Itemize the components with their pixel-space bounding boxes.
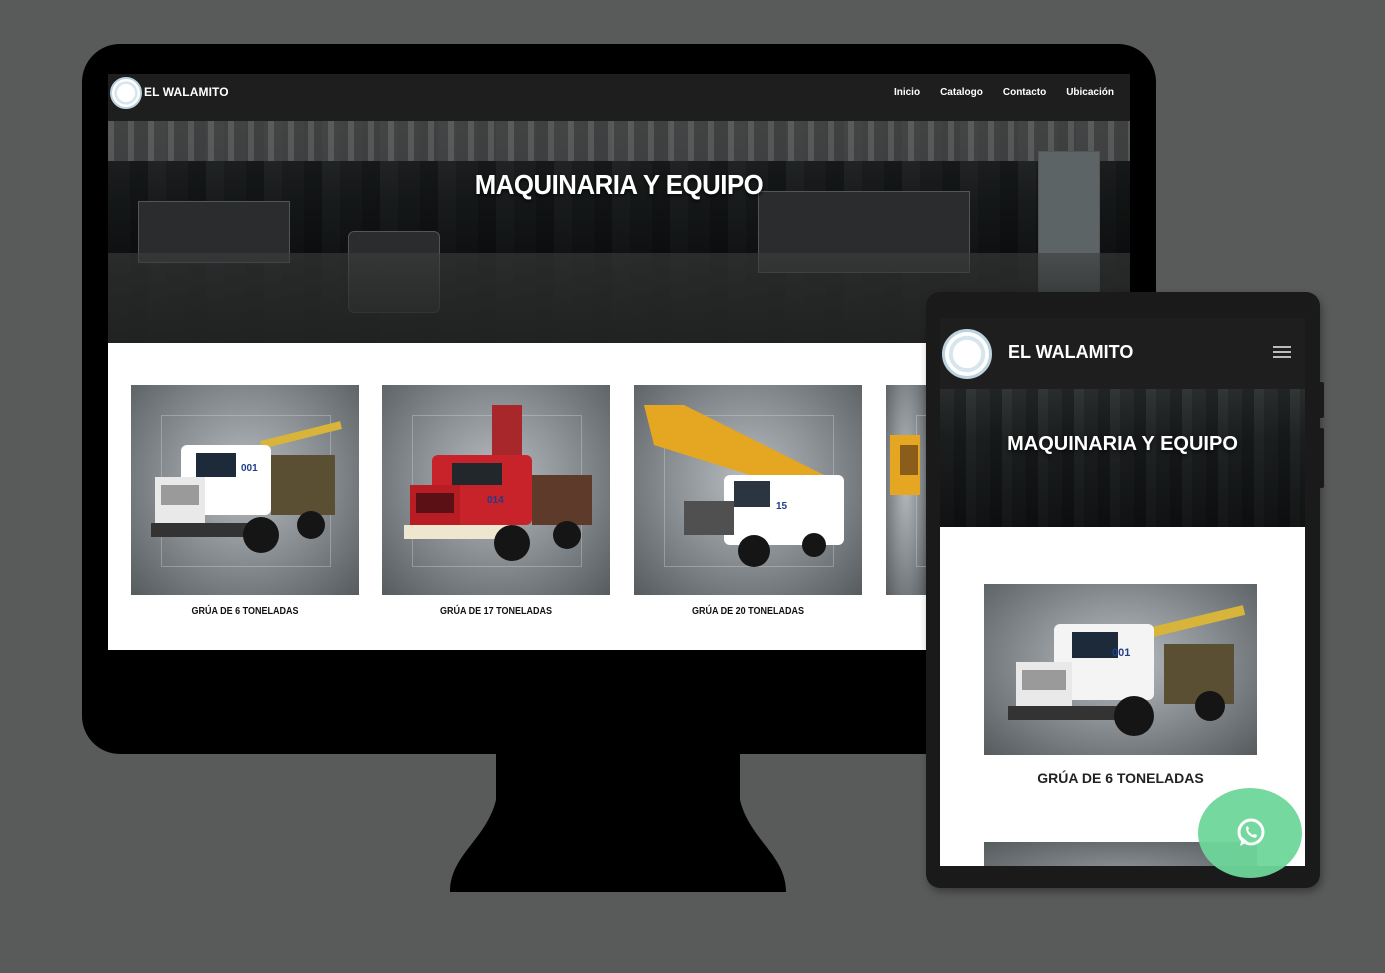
monitor-stand-base bbox=[450, 800, 786, 892]
mockup-stage: EL WALAMITO Inicio Catalogo Contacto Ubi… bbox=[0, 0, 1385, 973]
tablet-hero-title: MAQUINARIA Y EQUIPO bbox=[1007, 433, 1238, 455]
nav-links: Inicio Catalogo Contacto Ubicación bbox=[894, 87, 1114, 98]
product-card-partial[interactable] bbox=[886, 385, 926, 595]
crane-truck-image: 001 bbox=[1008, 605, 1246, 736]
monitor-stand-neck bbox=[496, 740, 740, 810]
tablet-side-button bbox=[1319, 382, 1324, 418]
svg-text:15: 15 bbox=[776, 501, 788, 512]
svg-text:001: 001 bbox=[1112, 647, 1130, 659]
nav-link-inicio[interactable]: Inicio bbox=[894, 87, 920, 98]
product-title: GRÚA DE 6 TONELADAS bbox=[191, 606, 299, 617]
product-card[interactable]: 15 GRÚA DE 20 TONELADAS bbox=[634, 385, 862, 617]
hamburger-menu-icon[interactable] bbox=[1273, 346, 1291, 358]
nav-link-catalogo[interactable]: Catalogo bbox=[940, 87, 983, 98]
tablet-brand-name[interactable]: EL WALAMITO bbox=[1008, 342, 1133, 363]
brand-name[interactable]: EL WALAMITO bbox=[144, 85, 229, 99]
hero-title: MAQUINARIA Y EQUIPO bbox=[474, 169, 764, 200]
tablet-product-image[interactable]: 001 bbox=[984, 584, 1257, 755]
tablet-screen: EL WALAMITO MAQUINARIA Y EQUIPO 001 GRÚA… bbox=[940, 318, 1305, 866]
desktop-navbar: EL WALAMITO Inicio Catalogo Contacto Ubi… bbox=[108, 74, 1130, 121]
crane-truck-image: 15 bbox=[644, 405, 844, 567]
tablet-hero-banner: MAQUINARIA Y EQUIPO bbox=[940, 389, 1305, 527]
svg-text:001: 001 bbox=[241, 463, 258, 474]
crane-truck-image: 001 bbox=[151, 421, 342, 553]
svg-text:014: 014 bbox=[487, 495, 504, 506]
crane-truck-image bbox=[890, 435, 920, 495]
hero-roof bbox=[108, 121, 1130, 161]
whatsapp-button[interactable] bbox=[1198, 788, 1302, 878]
product-title: GRÚA DE 20 TONELADAS bbox=[691, 606, 805, 617]
product-image[interactable] bbox=[886, 385, 926, 595]
logo-badge-icon[interactable] bbox=[942, 329, 992, 379]
tablet-side-button bbox=[1319, 428, 1324, 488]
whatsapp-icon bbox=[1237, 818, 1265, 846]
nav-link-contacto[interactable]: Contacto bbox=[1003, 87, 1046, 98]
product-image[interactable]: 001 bbox=[131, 385, 359, 595]
product-image[interactable]: 15 bbox=[634, 385, 862, 595]
tablet-navbar: EL WALAMITO bbox=[940, 318, 1305, 389]
crane-truck-image: 014 bbox=[404, 405, 592, 561]
tablet-product-title: GRÚA DE 6 TONELADAS bbox=[1037, 770, 1204, 786]
product-title: GRÚA DE 17 TONELADAS bbox=[439, 606, 553, 617]
product-image[interactable]: 014 bbox=[382, 385, 610, 595]
nav-link-ubicacion[interactable]: Ubicación bbox=[1066, 87, 1114, 98]
product-card[interactable]: 001 GRÚA DE 6 TONELADAS bbox=[131, 385, 359, 617]
product-card[interactable]: 014 GRÚA DE 17 TONELADAS bbox=[382, 385, 610, 617]
tablet-product-card[interactable]: 001 GRÚA DE 6 TONELADAS bbox=[984, 584, 1257, 786]
logo-badge-icon[interactable] bbox=[110, 77, 142, 109]
